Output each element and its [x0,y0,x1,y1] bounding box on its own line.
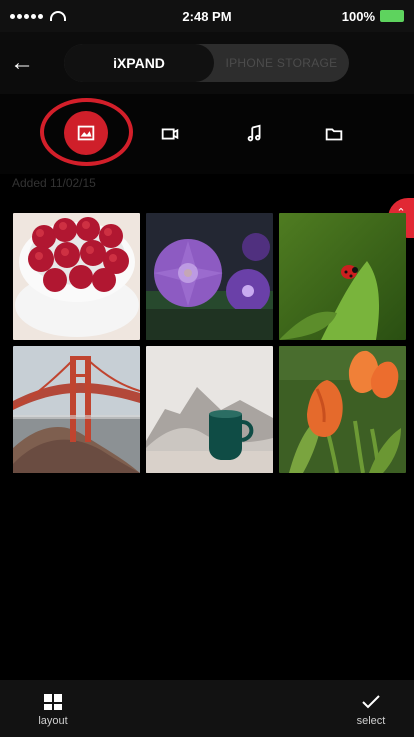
battery-percentage: 100% [341,8,375,24]
status-bar: 2:48 PM 100% [0,0,414,32]
photos-filter-button[interactable] [64,111,108,155]
image-icon [77,125,95,141]
tulips-image [279,346,406,473]
battery-status: 100% [342,9,404,24]
music-icon [247,124,261,142]
videos-filter-button[interactable] [148,112,192,156]
section-date-label: Added 11/02/15 [12,176,96,190]
tab-ixpand[interactable]: iXPAND [64,44,214,82]
purple-flower-photo[interactable] [146,213,273,340]
tab-iphone-storage[interactable]: IPHONE STORAGE [214,44,349,82]
wifi-icon [50,11,66,21]
checkmark-icon [362,695,380,709]
purple-flower-image [146,213,273,340]
media-filter-bar [0,94,414,174]
folder-icon [325,128,343,141]
signal-indicator [10,11,66,21]
coffee-cup-image [146,346,273,473]
golden-gate-image [13,346,140,473]
photo-grid [13,213,407,474]
ixpand-screen: 2:48 PM 100% ← iXPAND IPHONE STORAGE Add… [0,0,414,737]
battery-icon [380,10,404,22]
select-button[interactable]: select [336,686,406,734]
tulips-photo[interactable] [279,346,406,473]
layout-icon [44,694,62,710]
video-icon [161,128,179,140]
layout-button[interactable]: layout [18,686,88,734]
layout-label: layout [38,715,68,727]
golden-gate-photo[interactable] [13,346,140,473]
top-navigation: ← iXPAND IPHONE STORAGE [0,32,414,94]
coffee-cup-photo[interactable] [146,346,273,473]
select-label: select [356,715,386,727]
raspberries-image [13,213,140,340]
music-filter-button[interactable] [233,112,277,156]
folders-filter-button[interactable] [312,112,356,156]
ladybug-image [279,213,406,340]
raspberries-photo[interactable] [13,213,140,340]
back-arrow-icon[interactable]: ← [10,48,40,78]
storage-switcher: iXPAND IPHONE STORAGE [64,44,349,82]
cellular-signal-icon [10,13,43,19]
bottom-toolbar: layout select [0,680,414,737]
ladybug-photo[interactable] [279,213,406,340]
